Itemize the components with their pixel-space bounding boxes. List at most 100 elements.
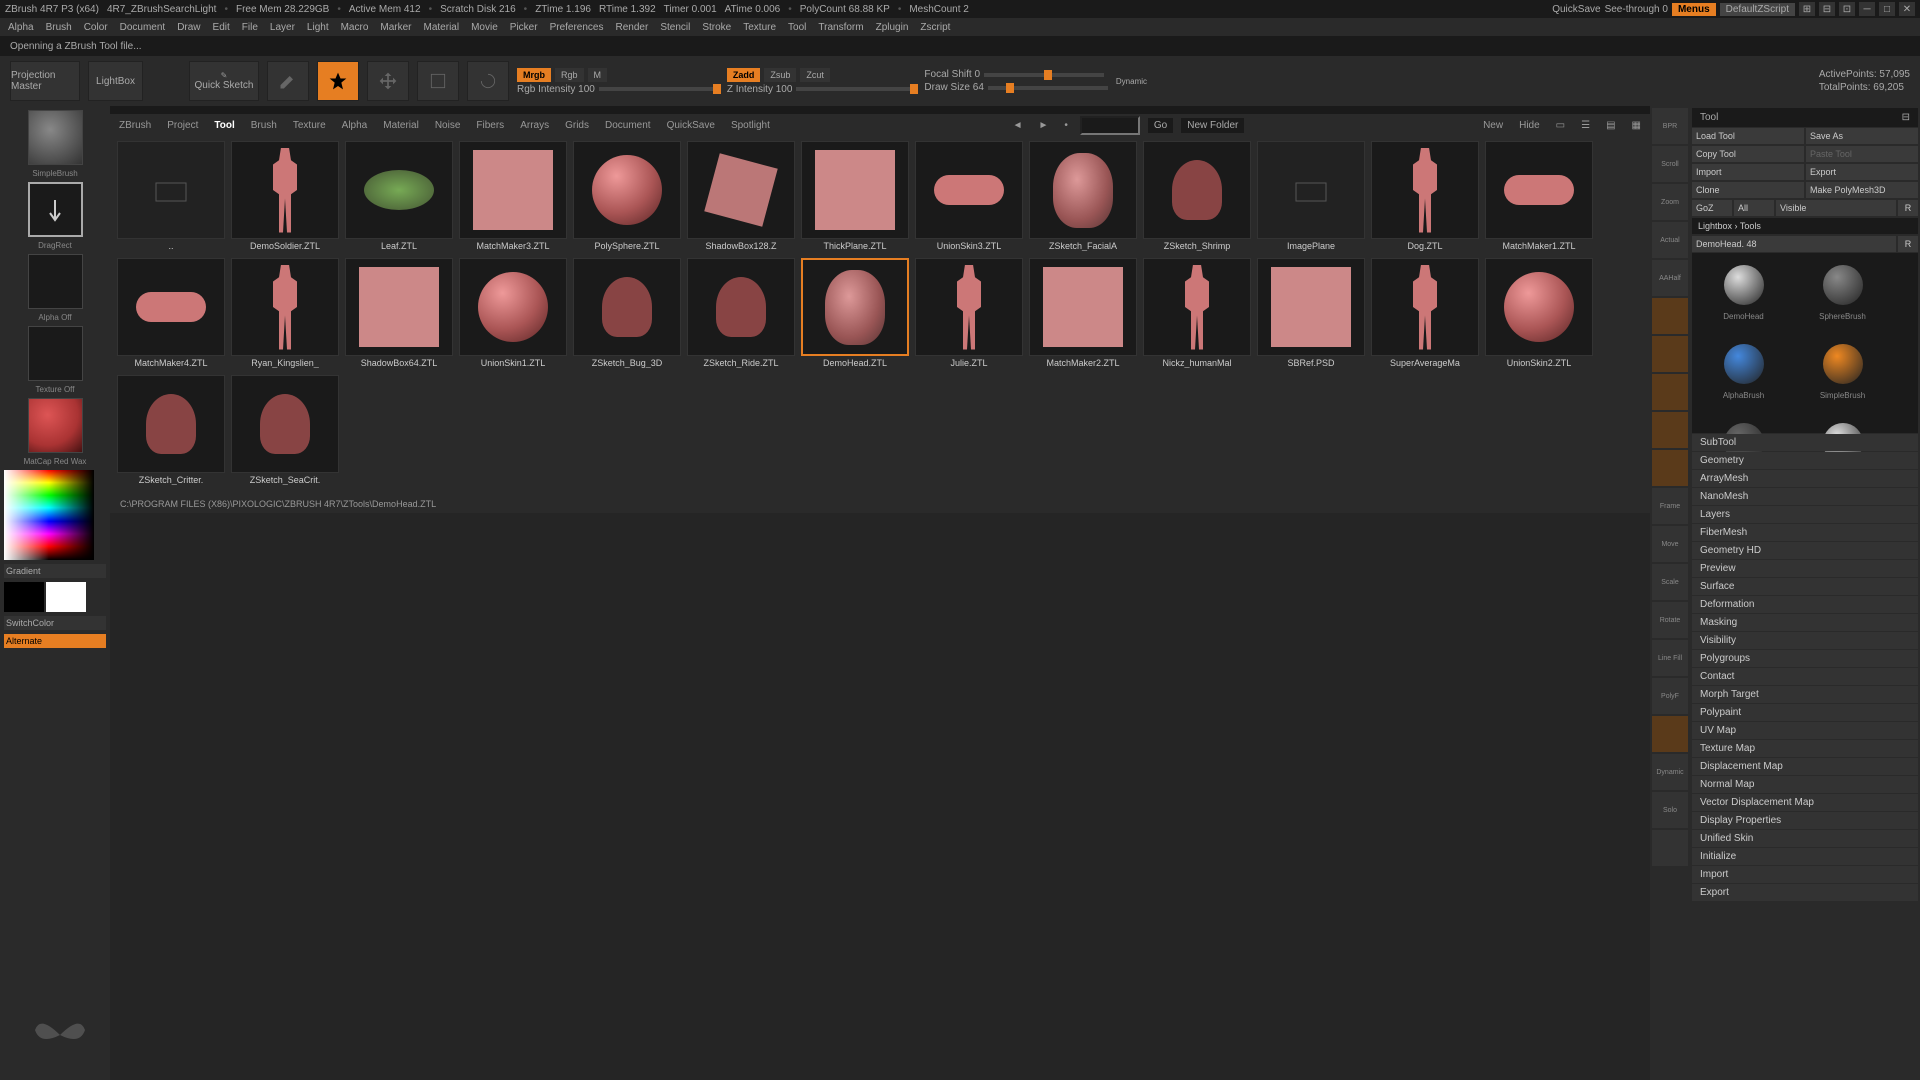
- menu-brush[interactable]: Brush: [46, 22, 72, 33]
- color-picker[interactable]: [4, 470, 94, 560]
- all-btn[interactable]: All: [1734, 200, 1774, 216]
- dynamic-label[interactable]: Dynamic: [1116, 77, 1147, 86]
- material-preview[interactable]: [28, 398, 83, 453]
- tool-item[interactable]: AlphaBrush: [1696, 336, 1791, 411]
- menu-color[interactable]: Color: [84, 22, 108, 33]
- lightbox-item[interactable]: MatchMaker4.ZTL: [115, 258, 227, 373]
- lightbox-item[interactable]: Dog.ZTL: [1369, 141, 1481, 256]
- r-btn[interactable]: R: [1898, 200, 1918, 216]
- load-tool-btn[interactable]: Load Tool: [1692, 128, 1804, 144]
- section-display-properties[interactable]: Display Properties: [1692, 812, 1918, 829]
- section-deformation[interactable]: Deformation: [1692, 596, 1918, 613]
- menu-tool[interactable]: Tool: [788, 22, 806, 33]
- tab-material[interactable]: Material: [379, 118, 423, 133]
- view1-icon[interactable]: ▭: [1552, 118, 1569, 133]
- minimize-btn[interactable]: ─: [1859, 2, 1875, 16]
- draw-size[interactable]: Draw Size 64: [924, 82, 983, 93]
- tool-picker[interactable]: DemoHeadSphereBrushAlphaBrushSimpleBrush…: [1692, 253, 1918, 433]
- rgb-btn[interactable]: Rgb: [555, 68, 584, 82]
- lightbox-item[interactable]: ZSketch_Ride.ZTL: [685, 258, 797, 373]
- lightbox-item[interactable]: DemoSoldier.ZTL: [229, 141, 341, 256]
- lightbox-item[interactable]: MatchMaker1.ZTL: [1483, 141, 1595, 256]
- lightbox-item[interactable]: ZSketch_Shrimp: [1141, 141, 1253, 256]
- rtool-polyf[interactable]: PolyF: [1652, 678, 1688, 714]
- section-layers[interactable]: Layers: [1692, 506, 1918, 523]
- menu-stencil[interactable]: Stencil: [660, 22, 690, 33]
- menu-texture[interactable]: Texture: [743, 22, 776, 33]
- section-vector-displacement-map[interactable]: Vector Displacement Map: [1692, 794, 1918, 811]
- section-displacement-map[interactable]: Displacement Map: [1692, 758, 1918, 775]
- rtool-btn5[interactable]: [1652, 298, 1688, 334]
- script-btn[interactable]: DefaultZScript: [1720, 3, 1795, 16]
- maximize-btn[interactable]: □: [1879, 2, 1895, 16]
- lightbox-item[interactable]: ZSketch_Bug_3D: [571, 258, 683, 373]
- lightbox-item[interactable]: UnionSkin1.ZTL: [457, 258, 569, 373]
- section-uv-map[interactable]: UV Map: [1692, 722, 1918, 739]
- section-visibility[interactable]: Visibility: [1692, 632, 1918, 649]
- lightbox-item[interactable]: PolySphere.ZTL: [571, 141, 683, 256]
- rtool-scroll[interactable]: Scroll: [1652, 146, 1688, 182]
- menu-stroke[interactable]: Stroke: [702, 22, 731, 33]
- rtool-btn16[interactable]: [1652, 716, 1688, 752]
- lightbox-item[interactable]: MatchMaker2.ZTL: [1027, 258, 1139, 373]
- rtool-actual[interactable]: Actual: [1652, 222, 1688, 258]
- lightbox-item[interactable]: ..: [115, 141, 227, 256]
- m-btn[interactable]: M: [588, 68, 608, 82]
- rtool-aahalf[interactable]: AAHalf: [1652, 260, 1688, 296]
- section-polygroups[interactable]: Polygroups: [1692, 650, 1918, 667]
- move-icon[interactable]: [367, 61, 409, 101]
- rtool-frame[interactable]: Frame: [1652, 488, 1688, 524]
- tab-texture[interactable]: Texture: [289, 118, 330, 133]
- section-polypaint[interactable]: Polypaint: [1692, 704, 1918, 721]
- tab-noise[interactable]: Noise: [431, 118, 465, 133]
- lightbox-item[interactable]: ImagePlane: [1255, 141, 1367, 256]
- rtool-rotate[interactable]: Rotate: [1652, 602, 1688, 638]
- primary-color[interactable]: [46, 582, 86, 612]
- menu-edit[interactable]: Edit: [213, 22, 230, 33]
- section-contact[interactable]: Contact: [1692, 668, 1918, 685]
- alternate-btn[interactable]: Alternate: [4, 634, 106, 648]
- zadd-btn[interactable]: Zadd: [727, 68, 761, 82]
- section-texture-map[interactable]: Texture Map: [1692, 740, 1918, 757]
- rtool-btn9[interactable]: [1652, 450, 1688, 486]
- draw-icon[interactable]: [317, 61, 359, 101]
- layout-btn[interactable]: ⊞: [1799, 2, 1815, 16]
- lightbox-item[interactable]: SBRef.PSD: [1255, 258, 1367, 373]
- rtool-dynamic[interactable]: Dynamic: [1652, 754, 1688, 790]
- menu-zplugin[interactable]: Zplugin: [876, 22, 909, 33]
- menu-file[interactable]: File: [242, 22, 258, 33]
- lightbox-item[interactable]: UnionSkin3.ZTL: [913, 141, 1025, 256]
- rtool-scale[interactable]: Scale: [1652, 564, 1688, 600]
- nav-fwd[interactable]: ►: [1034, 118, 1052, 133]
- tool-item[interactable]: DemoHead: [1696, 257, 1791, 332]
- tab-spotlight[interactable]: Spotlight: [727, 118, 774, 133]
- layout2-btn[interactable]: ⊟: [1819, 2, 1835, 16]
- copy-tool-btn[interactable]: Copy Tool: [1692, 146, 1804, 162]
- section-initialize[interactable]: Initialize: [1692, 848, 1918, 865]
- menu-light[interactable]: Light: [307, 22, 329, 33]
- lightbox-item[interactable]: DemoHead.ZTL: [799, 258, 911, 373]
- scale-icon[interactable]: [417, 61, 459, 101]
- tab-grids[interactable]: Grids: [561, 118, 593, 133]
- zsub-btn[interactable]: Zsub: [764, 68, 796, 82]
- lightbox-item[interactable]: ShadowBox64.ZTL: [343, 258, 455, 373]
- stroke-preview[interactable]: [28, 182, 83, 237]
- layout3-btn[interactable]: ⊡: [1839, 2, 1855, 16]
- rgb-intensity[interactable]: Rgb Intensity 100: [517, 84, 595, 95]
- nav-back[interactable]: ◄: [1009, 118, 1027, 133]
- seethrough[interactable]: See-through 0: [1605, 4, 1668, 15]
- lightbox-item[interactable]: Nickz_humanMal: [1141, 258, 1253, 373]
- section-subtool[interactable]: SubTool: [1692, 434, 1918, 451]
- secondary-color[interactable]: [4, 582, 44, 612]
- projection-master-btn[interactable]: Projection Master: [10, 61, 80, 101]
- rtool-bpr[interactable]: BPR: [1652, 108, 1688, 144]
- rtool-btn8[interactable]: [1652, 412, 1688, 448]
- gradient-btn[interactable]: Gradient: [4, 564, 106, 578]
- section-import[interactable]: Import: [1692, 866, 1918, 883]
- tab-fibers[interactable]: Fibers: [472, 118, 508, 133]
- texture-preview[interactable]: [28, 326, 83, 381]
- hide-btn[interactable]: Hide: [1515, 118, 1544, 133]
- menu-render[interactable]: Render: [616, 22, 649, 33]
- section-normal-map[interactable]: Normal Map: [1692, 776, 1918, 793]
- menu-picker[interactable]: Picker: [510, 22, 538, 33]
